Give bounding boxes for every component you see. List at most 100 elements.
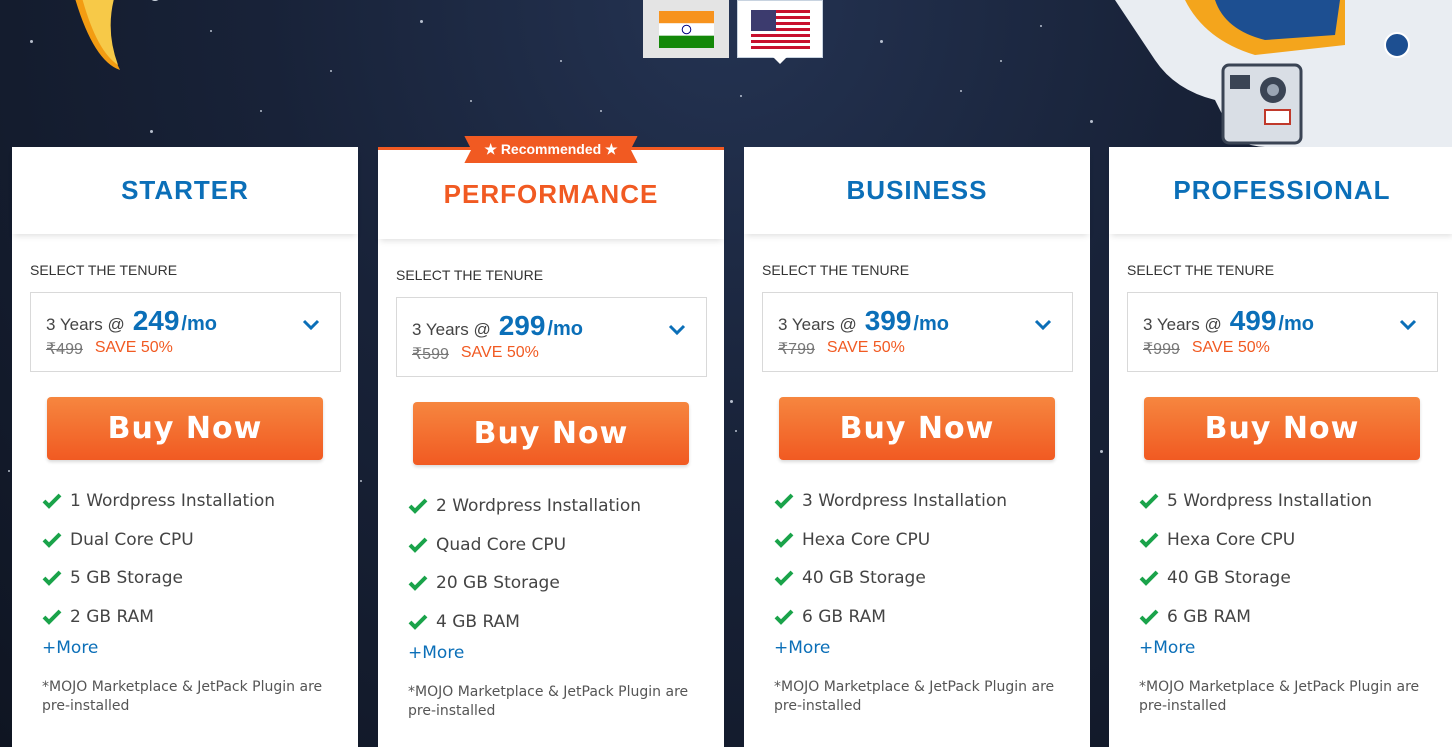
star-dot [560,60,562,62]
rocket-illustration [75,0,159,70]
feature-text: 4 GB RAM [436,611,520,632]
discount-label: SAVE 50% [1191,339,1270,356]
plan-name: PROFESSIONAL [1173,175,1391,205]
check-icon [1139,493,1159,510]
buy-now-button[interactable]: Buy Now [779,397,1055,460]
price-period: /mo [1278,313,1314,335]
feature-text: 6 GB RAM [1167,606,1251,627]
feature-item: 4 GB RAM [408,603,724,642]
star-dot [330,70,332,72]
plan-header: ★ Recommended ★ PERFORMANCE [378,136,724,239]
discount-label: SAVE 50% [460,344,539,361]
discount-label: SAVE 50% [94,339,173,356]
plan-name: BUSINESS [846,175,988,205]
recommended-badge: ★ Recommended ★ [464,136,638,163]
star-dot [150,130,153,133]
buy-now-button[interactable]: Buy Now [413,402,689,465]
plan-card: BUSINESS SELECT THE TENURE 3 Years @ 399… [744,147,1090,747]
feature-text: 5 Wordpress Installation [1167,491,1373,512]
original-price: ₹599 [412,346,449,363]
tenure-duration: 3 Years @ [412,320,491,339]
feature-text: 40 GB Storage [1167,568,1291,589]
star-dot [1100,450,1103,453]
feature-item: 6 GB RAM [1139,598,1452,637]
feature-item: 2 Wordpress Installation [408,487,724,526]
plan-card: ★ Recommended ★ PERFORMANCE SELECT THE T… [378,136,724,747]
star-dot [1000,60,1002,62]
feature-item: Hexa Core CPU [774,521,1090,560]
feature-text: 1 Wordpress Installation [70,491,276,512]
star-dot [880,40,883,43]
feature-list: 3 Wordpress Installation Hexa Core CPU 40 … [774,482,1090,636]
feature-item: 6 GB RAM [774,598,1090,637]
currency-tab-india[interactable] [643,0,729,58]
plan-price: 249 [132,305,180,336]
feature-text: 2 GB RAM [70,606,154,627]
star-dot [1040,25,1042,27]
tenure-select[interactable]: 3 Years @ 499 /mo ₹999 SAVE 50% [1127,292,1438,372]
original-price: ₹799 [778,341,815,358]
feature-item: Dual Core CPU [42,521,358,560]
feature-item: 40 GB Storage [774,559,1090,598]
price-period: /mo [181,313,217,335]
star-dot [30,40,33,43]
feature-text: Quad Core CPU [436,534,567,555]
plan-price: 499 [1229,305,1277,336]
check-icon [1139,570,1159,587]
tenure-duration: 3 Years @ [778,315,857,334]
original-price: ₹499 [46,341,83,358]
preinstalled-note: *MOJO Marketplace & JetPack Plugin are p… [408,684,689,719]
price-period: /mo [913,313,949,335]
plan-header: STARTER [12,147,358,234]
star-dot [1090,120,1093,123]
currency-tab-usa[interactable] [737,0,823,64]
star-dot [740,95,742,97]
plan-header: BUSINESS [744,147,1090,234]
tenure-label: SELECT THE TENURE [396,267,544,283]
plan-price: 399 [864,305,912,336]
india-flag-icon [658,10,714,48]
usa-flag-icon [750,9,810,49]
feature-item: 5 GB Storage [42,559,358,598]
discount-label: SAVE 50% [826,339,905,356]
tenure-select[interactable]: 3 Years @ 249 /mo ₹499 SAVE 50% [30,292,341,372]
astronaut-illustration [1115,0,1452,147]
check-icon [42,493,62,510]
original-price: ₹999 [1143,341,1180,358]
check-icon [408,575,428,592]
tenure-select[interactable]: 3 Years @ 299 /mo ₹599 SAVE 50% [396,297,707,377]
plan-card: STARTER SELECT THE TENURE 3 Years @ 249 … [12,147,358,747]
check-icon [408,537,428,553]
buy-now-button[interactable]: Buy Now [47,397,323,460]
check-icon [774,532,794,548]
chevron-down-icon [668,324,686,336]
more-features-link[interactable]: +More [408,643,724,663]
more-features-link[interactable]: +More [774,638,1090,658]
plan-name: STARTER [121,175,249,205]
feature-item: 5 Wordpress Installation [1139,482,1452,521]
feature-text: 6 GB RAM [802,606,886,627]
plan-card: PROFESSIONAL SELECT THE TENURE 3 Years @… [1109,147,1452,747]
buy-now-button[interactable]: Buy Now [1144,397,1420,460]
feature-list: 5 Wordpress Installation Hexa Core CPU 40 … [1139,482,1452,636]
star-dot [600,110,602,112]
feature-item: Hexa Core CPU [1139,521,1452,560]
preinstalled-note: *MOJO Marketplace & JetPack Plugin are p… [1139,679,1420,714]
star-dot [8,470,10,472]
plan-price: 299 [498,310,546,341]
feature-item: 40 GB Storage [1139,559,1452,598]
tenure-label: SELECT THE TENURE [762,262,910,278]
chevron-down-icon [1034,319,1052,331]
feature-text: 20 GB Storage [436,573,560,594]
tenure-duration: 3 Years @ [1143,315,1222,334]
tenure-label: SELECT THE TENURE [1127,262,1275,278]
feature-item: 1 Wordpress Installation [42,482,358,521]
tenure-label: SELECT THE TENURE [30,262,178,278]
more-features-link[interactable]: +More [1139,638,1452,658]
preinstalled-note: *MOJO Marketplace & JetPack Plugin are p… [42,679,323,714]
tenure-select[interactable]: 3 Years @ 399 /mo ₹799 SAVE 50% [762,292,1073,372]
more-features-link[interactable]: +More [42,638,358,658]
star-dot [210,30,212,32]
feature-item: 2 GB RAM [42,598,358,637]
star-dot [735,430,737,432]
